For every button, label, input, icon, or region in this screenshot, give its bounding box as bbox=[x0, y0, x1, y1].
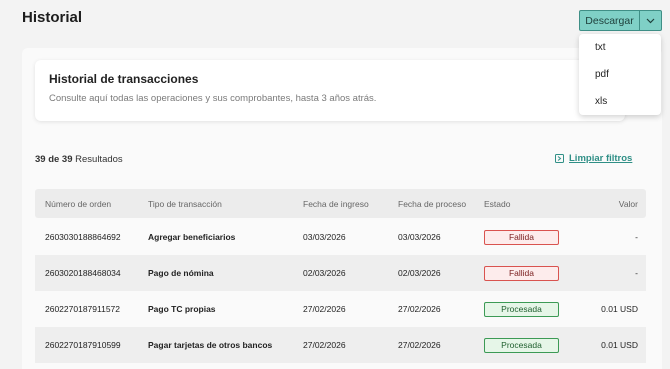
header-value: Valor bbox=[618, 198, 638, 209]
clear-filter-icon bbox=[555, 154, 564, 163]
order-number: 2602270187910599 bbox=[45, 340, 121, 350]
download-menu: txt pdf xls bbox=[579, 34, 661, 115]
header-process-date: Fecha de proceso bbox=[398, 198, 467, 209]
status-cell: Fallida bbox=[484, 255, 559, 291]
status-badge: Fallida bbox=[484, 229, 559, 245]
status-cell: Procesada bbox=[484, 327, 559, 363]
value: 0.01 USD bbox=[601, 304, 638, 314]
table-row[interactable]: 2603020188468034 Pago de nómina 02/03/20… bbox=[35, 255, 646, 291]
clear-filters-link[interactable]: Limpiar filtros bbox=[555, 153, 632, 164]
page-title: Historial bbox=[22, 9, 83, 26]
table-row[interactable]: 2602270187911572 Pago TC propias 27/02/2… bbox=[35, 291, 646, 327]
download-button[interactable]: Descargar bbox=[580, 11, 640, 30]
header-order: Número de orden bbox=[45, 198, 112, 209]
results-number: 39 de 39 bbox=[35, 154, 73, 165]
status-badge: Procesada bbox=[484, 301, 559, 317]
download-option-txt[interactable]: txt bbox=[579, 34, 661, 61]
process-date: 02/03/2026 bbox=[398, 268, 441, 278]
card-description: Consulte aquí todas las operaciones y su… bbox=[49, 93, 377, 104]
download-option-xls[interactable]: xls bbox=[579, 88, 661, 115]
status-cell: Procesada bbox=[484, 291, 559, 327]
process-date: 03/03/2026 bbox=[398, 232, 441, 242]
transaction-type: Pago TC propias bbox=[148, 304, 216, 314]
header-type: Tipo de transacción bbox=[148, 198, 222, 209]
value: 0.01 USD bbox=[601, 340, 638, 350]
entry-date: 03/03/2026 bbox=[303, 232, 346, 242]
table-row[interactable]: 2603030188864692 Agregar beneficiarios 0… bbox=[35, 219, 646, 255]
order-number: 2603030188864692 bbox=[45, 232, 121, 242]
download-dropdown-toggle[interactable] bbox=[640, 11, 661, 30]
transaction-type: Pagar tarjetas de otros bancos bbox=[148, 340, 273, 350]
download-option-pdf[interactable]: pdf bbox=[579, 61, 661, 88]
order-number: 2602270187911572 bbox=[45, 304, 121, 314]
value: - bbox=[635, 268, 638, 278]
results-label: Resultados bbox=[72, 154, 123, 165]
transaction-type: Agregar beneficiarios bbox=[148, 232, 236, 242]
table-row[interactable]: 2602270187910599 Pagar tarjetas de otros… bbox=[35, 327, 646, 363]
header-status: Estado bbox=[484, 198, 511, 209]
results-count: 39 de 39 Resultados bbox=[35, 154, 123, 165]
entry-date: 27/02/2026 bbox=[303, 304, 346, 314]
order-number: 2603020188468034 bbox=[45, 268, 121, 278]
status-badge: Procesada bbox=[484, 337, 559, 353]
history-card: Historial de transacciones Consulte aquí… bbox=[35, 60, 625, 121]
chevron-down-icon bbox=[646, 18, 655, 23]
process-date: 27/02/2026 bbox=[398, 304, 441, 314]
entry-date: 27/02/2026 bbox=[303, 340, 346, 350]
clear-filters-label: Limpiar filtros bbox=[569, 153, 633, 164]
value: - bbox=[635, 232, 638, 242]
download-button-group: Descargar bbox=[579, 10, 662, 31]
process-date: 27/02/2026 bbox=[398, 340, 441, 350]
card-title: Historial de transacciones bbox=[49, 72, 199, 86]
table-header: Número de orden Tipo de transacción Fech… bbox=[35, 189, 646, 218]
status-badge: Fallida bbox=[484, 265, 559, 281]
transaction-type: Pago de nómina bbox=[148, 268, 214, 278]
header-entry-date: Fecha de ingreso bbox=[303, 198, 369, 209]
status-cell: Fallida bbox=[484, 219, 559, 255]
entry-date: 02/03/2026 bbox=[303, 268, 346, 278]
